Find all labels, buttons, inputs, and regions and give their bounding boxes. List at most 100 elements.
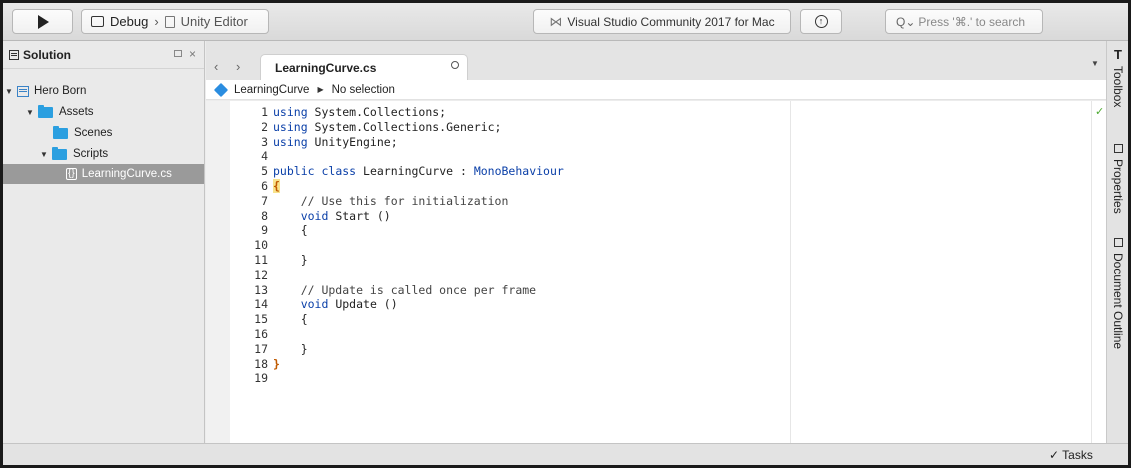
solution-pad-title: Solution: [23, 47, 71, 62]
line-number: 12: [254, 267, 268, 282]
code-text: void Update (): [300, 297, 398, 312]
no-errors-check-icon: ✓: [1095, 106, 1105, 118]
run-configuration-selector[interactable]: Debug › Unity Editor: [81, 9, 269, 34]
line-number: 17: [254, 341, 268, 356]
line-number: 4: [261, 149, 268, 164]
maximize-pad-icon[interactable]: [174, 50, 182, 57]
tree-item-learningcurve-cs[interactable]: {} LearningCurve.cs: [3, 164, 204, 184]
document-outline-icon: [1113, 238, 1123, 247]
line-number: 1: [261, 105, 268, 119]
line-number: 15: [254, 312, 268, 327]
toolbox-icon: T: [1114, 47, 1122, 62]
tree-item-assets[interactable]: ▼ Assets: [26, 102, 94, 122]
code-text: // Update is called once per frame: [273, 282, 537, 297]
code-text: using UnityEngine;: [273, 134, 398, 149]
line-number: 6: [261, 179, 268, 193]
breadcrumb-member[interactable]: No selection: [332, 84, 395, 96]
document-outline-label: Document Outline: [1111, 253, 1125, 350]
breadcrumb-class[interactable]: LearningCurve: [234, 84, 309, 96]
line-number: 7: [261, 193, 268, 208]
configuration-icon: [91, 16, 104, 27]
folder-icon: [52, 146, 67, 160]
code-text: {: [273, 179, 280, 193]
code-text: public class LearningCurve : MonoBehavio…: [273, 164, 564, 179]
expand-arrow-icon[interactable]: ▼: [26, 108, 35, 117]
editor-margin: [206, 101, 230, 443]
line-number: 2: [261, 119, 268, 134]
line-number: 3: [261, 134, 268, 149]
right-dock: T Toolbox Properties Document Outline: [1106, 41, 1128, 443]
code-text: // Use this for initialization: [273, 193, 509, 208]
breadcrumb: LearningCurve ▶ No selection: [206, 80, 1106, 100]
code-editor[interactable]: ✓ 1 using System.Collections; 2 using Syste…: [206, 101, 1106, 443]
close-pad-icon[interactable]: ×: [189, 47, 196, 61]
play-icon: [37, 14, 49, 29]
tree-item-scripts[interactable]: ▼ Scripts: [40, 144, 108, 164]
line-number: 16: [254, 327, 268, 341]
tree-item-label: Scripts: [73, 148, 109, 160]
breadcrumb-separator-icon: ▶: [317, 85, 324, 94]
document-outline-tab[interactable]: Document Outline: [1108, 238, 1128, 349]
line-number: 11: [254, 253, 268, 267]
target-device-icon: [164, 15, 175, 28]
class-icon: [213, 82, 229, 97]
tasks-button[interactable]: ✓ Tasks: [1049, 448, 1093, 462]
line-number: 8: [261, 208, 268, 223]
csharp-file-icon: {}: [66, 168, 77, 180]
tree-item-label: LearningCurve.cs: [81, 168, 172, 180]
code-text: }: [273, 253, 308, 267]
line-number: 10: [254, 238, 268, 253]
document-tab-bar: ‹ › LearningCurve.cs ▼: [206, 41, 1106, 80]
code-text: {: [273, 223, 308, 238]
folder-icon: [38, 104, 53, 118]
search-placeholder: Press '⌘.' to search: [918, 14, 1026, 29]
run-target-label: Unity Editor: [180, 14, 248, 29]
status-display: ⋈ Visual Studio Community 2017 for Mac: [533, 9, 791, 34]
tree-item-label: Hero Born: [34, 85, 87, 97]
editor-scrollbar[interactable]: [1091, 101, 1092, 443]
toolbox-tab[interactable]: T Toolbox: [1108, 47, 1128, 107]
line-number: 14: [254, 297, 268, 312]
code-text: }: [273, 356, 280, 371]
properties-label: Properties: [1111, 159, 1125, 214]
code-text: {: [273, 312, 308, 327]
expand-arrow-icon[interactable]: ▼: [5, 87, 14, 96]
solution-pad-header: Solution ×: [3, 41, 204, 69]
close-tab-icon[interactable]: [451, 61, 459, 69]
tree-item-label: Scenes: [74, 127, 113, 139]
solution-pad: Solution × ▼ Hero Born ▼ Assets Scenes ▼…: [3, 41, 205, 443]
status-text: Visual Studio Community 2017 for Mac: [567, 14, 775, 29]
tree-item-hero-born[interactable]: ▼ Hero Born: [5, 81, 86, 101]
search-icon: Q⌄: [896, 14, 916, 29]
ide-window: Debug › Unity Editor ⋈ Visual Studio Com…: [0, 0, 1131, 468]
main-toolbar: Debug › Unity Editor ⋈ Visual Studio Com…: [3, 3, 1128, 41]
tab-label: LearningCurve.cs: [275, 60, 377, 75]
code-text: using System.Collections.Generic;: [273, 119, 502, 134]
line-number: 19: [254, 371, 268, 386]
updates-button[interactable]: ↑: [800, 9, 842, 34]
navigate-forward-icon[interactable]: ›: [236, 59, 240, 74]
navigate-back-icon[interactable]: ‹: [214, 59, 218, 74]
code-text: using System.Collections;: [273, 105, 447, 119]
line-number: 13: [254, 282, 268, 297]
run-button[interactable]: [12, 9, 73, 34]
tree-item-scenes[interactable]: Scenes: [53, 123, 112, 143]
search-input[interactable]: Q⌄ Press '⌘.' to search: [885, 9, 1043, 34]
properties-tab[interactable]: Properties: [1108, 144, 1128, 214]
properties-icon: [1113, 144, 1123, 153]
configuration-label: Debug: [110, 14, 149, 29]
tab-learningcurve-cs[interactable]: LearningCurve.cs: [260, 54, 468, 80]
code-text: }: [273, 341, 308, 356]
visual-studio-icon: ⋈: [549, 13, 563, 29]
expand-arrow-icon[interactable]: ▼: [40, 150, 49, 159]
line-number: 18: [254, 356, 268, 371]
solution-icon: [9, 49, 19, 60]
project-icon: [17, 85, 29, 97]
tab-list-dropdown-icon[interactable]: ▼: [1091, 59, 1099, 68]
status-bar: ✓ Tasks: [3, 443, 1128, 465]
tree-item-label: Assets: [59, 106, 94, 118]
line-number: 9: [261, 223, 268, 238]
configuration-separator: ›: [154, 14, 159, 29]
line-number: 5: [261, 164, 268, 179]
code-text: void Start (): [300, 208, 391, 223]
